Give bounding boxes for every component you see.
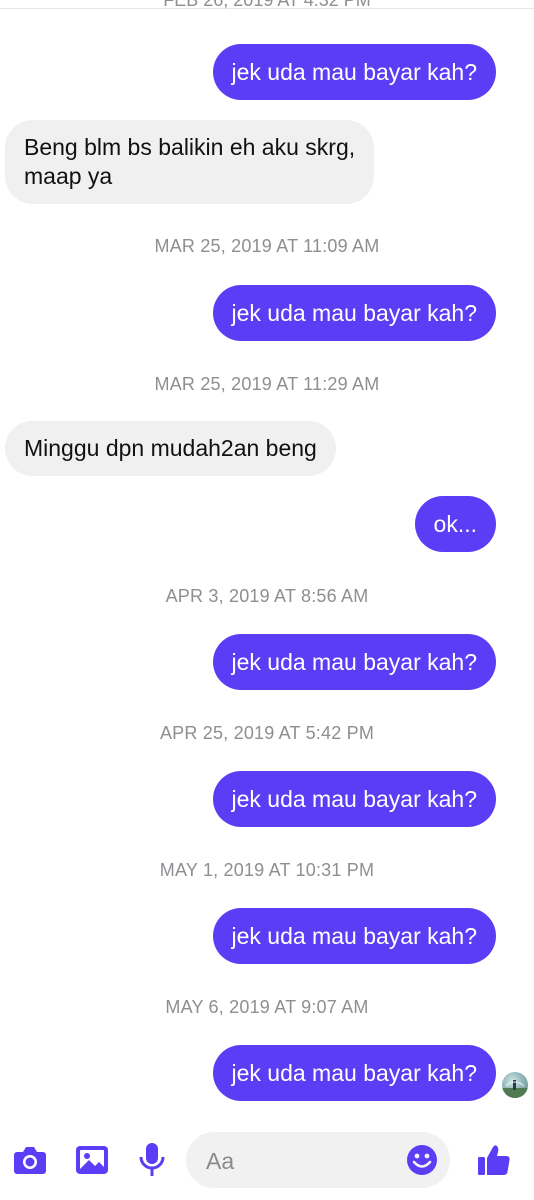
timestamp: APR 3, 2019 AT 8:56 AM	[165, 586, 369, 606]
message-input-container[interactable]	[186, 1132, 450, 1190]
camera-icon[interactable]	[10, 1140, 50, 1180]
image-icon[interactable]	[72, 1140, 112, 1180]
outgoing-message[interactable]: ok...	[414, 496, 496, 552]
microphone-icon[interactable]	[132, 1140, 172, 1180]
timestamp: MAY 1, 2019 AT 10:31 PM	[159, 860, 375, 880]
seen-avatar	[502, 1072, 528, 1098]
timestamp: MAR 25, 2019 AT 11:29 AM	[154, 374, 380, 394]
outgoing-message[interactable]: jek uda mau bayar kah?	[212, 908, 496, 964]
composer-bar	[0, 1126, 534, 1200]
outgoing-message[interactable]: jek uda mau bayar kah?	[212, 285, 496, 341]
timestamp: APR 25, 2019 AT 5:42 PM	[159, 723, 375, 743]
message-input[interactable]	[204, 1132, 408, 1190]
timestamp: MAR 25, 2019 AT 11:09 AM	[154, 236, 380, 256]
timestamp-cut: FEB 26, 2019 AT 4:32 PM	[163, 0, 371, 10]
incoming-message[interactable]: Beng blm bs balikin eh aku skrg, maap ya	[5, 120, 375, 204]
timestamp: MAY 6, 2019 AT 9:07 AM	[165, 997, 369, 1017]
outgoing-message[interactable]: jek uda mau bayar kah?	[212, 44, 496, 100]
outgoing-message[interactable]: jek uda mau bayar kah?	[212, 634, 496, 690]
outgoing-message[interactable]: jek uda mau bayar kah?	[212, 1045, 496, 1101]
incoming-message[interactable]: Minggu dpn mudah2an beng	[5, 421, 336, 476]
thumbs-up-icon[interactable]	[474, 1140, 514, 1180]
outgoing-message[interactable]: jek uda mau bayar kah?	[212, 771, 496, 827]
message-line: Beng blm bs balikin eh aku skrg,	[24, 134, 356, 160]
message-line: maap ya	[24, 163, 113, 189]
emoji-icon[interactable]	[406, 1144, 438, 1176]
